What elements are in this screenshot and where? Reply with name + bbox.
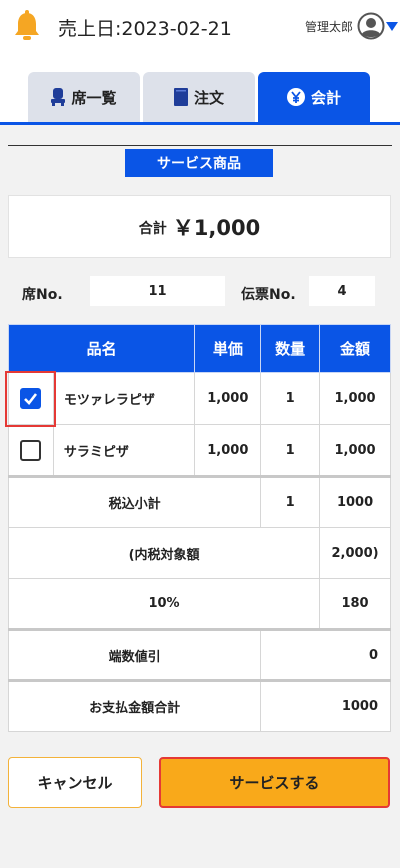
- chair-icon: [51, 88, 66, 106]
- tax-rate-label: 10%: [7, 578, 321, 630]
- total-label: 合計: [138, 221, 167, 237]
- items-table: 品名 単価 数量 金額 モツァレラピザ 1,000 1 1,000 サラミピザ …: [7, 324, 391, 732]
- checkout-content: サービス商品 合計 ￥1,000 席No. 11 伝票No. 4 品名 単価 数…: [0, 125, 400, 868]
- header-quantity: 数量: [260, 324, 321, 373]
- item-quantity: 1: [260, 424, 321, 477]
- seat-label: 席No.: [22, 287, 63, 303]
- service-button[interactable]: サービスする: [159, 757, 390, 808]
- payment-total-amount: 1000: [260, 679, 391, 732]
- total-panel: 合計 ￥1,000: [8, 195, 391, 258]
- rounding-label: 端数値引: [7, 628, 262, 681]
- slip-value: 4: [309, 276, 375, 306]
- divider: [8, 145, 392, 146]
- item-quantity: 1: [260, 372, 321, 425]
- tab-order[interactable]: 注文: [143, 72, 255, 122]
- rounding-amount: 0: [260, 628, 391, 681]
- table-row[interactable]: モツァレラピザ 1,000 1 1,000: [8, 372, 391, 425]
- header-name: 品名: [7, 324, 196, 373]
- tab-checkout-label: 会計: [310, 88, 341, 107]
- payment-total-label: お支払金額合計: [7, 679, 262, 732]
- tab-bar: 席一覧 注文 会計: [0, 56, 400, 124]
- bell-icon[interactable]: [12, 10, 42, 42]
- subtotal-label: 税込小計: [7, 475, 262, 528]
- tax-base-amount: 2,000): [319, 527, 391, 579]
- seat-value: 11: [90, 276, 225, 306]
- item-unit-price: 1,000: [194, 372, 262, 425]
- checkbox-cell[interactable]: [8, 424, 54, 477]
- item-name: モツァレラピザ: [52, 372, 196, 425]
- subtotal-row: 税込小計 1 1000: [7, 475, 391, 528]
- header-amount: 金額: [319, 324, 391, 373]
- tax-base-row: (内税対象額 2,000): [7, 527, 391, 579]
- item-checkbox-checked[interactable]: [20, 388, 42, 409]
- app-header: 売上日:2023-02-21 管理太郎: [0, 0, 400, 56]
- table-row[interactable]: サラミピザ 1,000 1 1,000: [8, 424, 391, 477]
- tax-base-label: (内税対象額: [7, 527, 321, 579]
- chevron-down-icon[interactable]: [386, 22, 398, 31]
- tab-seat-list[interactable]: 席一覧: [28, 72, 140, 122]
- tab-checkout[interactable]: 会計: [258, 72, 370, 122]
- yen-icon: [286, 88, 305, 106]
- table-header-row: 品名 単価 数量 金額: [7, 324, 391, 373]
- total-value: ￥1,000: [172, 215, 261, 240]
- tab-order-label: 注文: [193, 88, 224, 107]
- tax-amount: 180: [319, 578, 391, 630]
- section-title: サービス商品: [125, 149, 273, 177]
- item-amount: 1,000: [319, 424, 391, 477]
- subtotal-amount: 1000: [319, 475, 391, 528]
- tab-seat-list-label: 席一覧: [71, 88, 117, 107]
- slip-label: 伝票No.: [241, 287, 296, 303]
- cancel-button[interactable]: キャンセル: [8, 757, 142, 808]
- user-name[interactable]: 管理太郎: [305, 18, 353, 35]
- payment-total-row: お支払金額合計 1000: [7, 679, 391, 732]
- header-unit-price: 単価: [194, 324, 262, 373]
- checkbox-cell[interactable]: [8, 372, 54, 425]
- tax-rate-row: 10% 180: [7, 578, 391, 630]
- avatar-icon[interactable]: [357, 12, 385, 40]
- subtotal-quantity: 1: [260, 475, 321, 528]
- item-checkbox[interactable]: [20, 439, 42, 461]
- sales-date: 売上日:2023-02-21: [58, 18, 232, 40]
- item-name: サラミピザ: [52, 424, 196, 477]
- item-unit-price: 1,000: [194, 424, 262, 477]
- rounding-row: 端数値引 0: [7, 628, 391, 681]
- item-amount: 1,000: [319, 372, 391, 425]
- book-icon: [173, 88, 188, 106]
